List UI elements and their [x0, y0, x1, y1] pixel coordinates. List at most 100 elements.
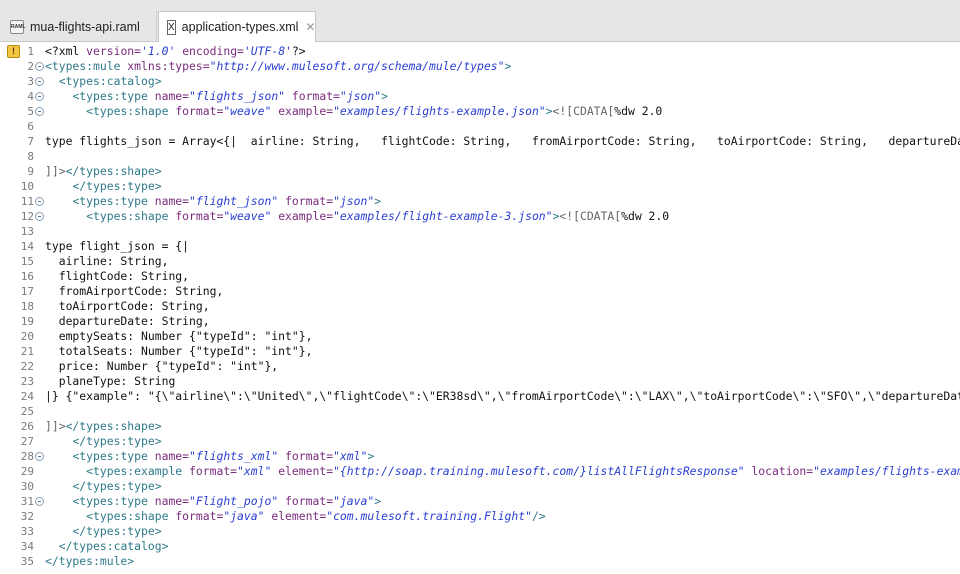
code-editor[interactable]: ! 1 <?xml version='1.0' encoding='UTF-8'?… [0, 42, 960, 574]
code-token: totalSeats: Number {"typeId": "int"}, [45, 344, 313, 358]
fold-toggle-icon[interactable] [35, 107, 44, 116]
code-line[interactable]: 13 [0, 224, 960, 239]
code-token: toAirportCode: String, [45, 299, 210, 313]
code-line[interactable]: 9]]></types:shape> [0, 164, 960, 179]
code-token: > [374, 494, 382, 508]
code-token: </types:shape> [65, 419, 162, 433]
fold-toggle-icon[interactable] [35, 497, 44, 506]
code-line[interactable]: 17 fromAirportCode: String, [0, 284, 960, 299]
code-line[interactable]: 10 </types:type> [0, 179, 960, 194]
code-token: name= [154, 89, 190, 103]
line-number: 17 [20, 285, 34, 298]
code-line[interactable]: 11 <types:type name="flight_json" format… [0, 194, 960, 209]
fold-toggle-icon[interactable] [35, 212, 44, 221]
code-line[interactable]: 25 [0, 404, 960, 419]
code-token: "flights_json" [189, 89, 286, 103]
code-line[interactable]: 30 </types:type> [0, 479, 960, 494]
code-line[interactable]: 28 <types:type name="flights_xml" format… [0, 449, 960, 464]
code-line[interactable]: 33 </types:type> [0, 524, 960, 539]
code-token: format= [189, 464, 238, 478]
code-line[interactable]: 1 <?xml version='1.0' encoding='UTF-8'?> [0, 44, 960, 59]
code-token: > [504, 59, 512, 73]
code-line[interactable]: 14 type flight_json = {| [0, 239, 960, 254]
line-number: 22 [20, 360, 34, 373]
line-number: 28 [20, 450, 34, 463]
code-line[interactable]: 16 flightCode: String, [0, 269, 960, 284]
code-line[interactable]: 12 <types:shape format="weave" example="… [0, 209, 960, 224]
line-number: 1 [27, 45, 34, 58]
code-line[interactable]: 22 price: Number {"typeId": "int"}, [0, 359, 960, 374]
code-token: element= [278, 464, 334, 478]
code-line[interactable]: 23 planeType: String [0, 374, 960, 389]
code-text: totalSeats: Number {"typeId": "int"}, [45, 344, 313, 359]
code-token: <types:type [72, 89, 155, 103]
code-token: fromAirportCode: String, [45, 284, 224, 298]
code-text: <types:shape format="java" element="com.… [45, 509, 546, 524]
code-token: </types:mule> [45, 554, 135, 568]
code-token: 'UTF-8' [243, 44, 292, 58]
code-line[interactable]: 7 type flights_json = Array<{| airline: S… [0, 134, 960, 149]
code-line[interactable]: 8 [0, 149, 960, 164]
code-text: toAirportCode: String, [45, 299, 210, 314]
code-line[interactable]: 32 <types:shape format="java" element="c… [0, 509, 960, 524]
code-line[interactable]: 29 <types:example format="xml" element="… [0, 464, 960, 479]
code-line[interactable]: 3 <types:catalog> [0, 74, 960, 89]
code-line[interactable]: 21 totalSeats: Number {"typeId": "int"}, [0, 344, 960, 359]
code-token: <types:type [72, 449, 155, 463]
code-line[interactable]: 20 emptySeats: Number {"typeId": "int"}, [0, 329, 960, 344]
fold-toggle-icon[interactable] [35, 77, 44, 86]
code-line[interactable]: 26]]></types:shape> [0, 419, 960, 434]
code-line[interactable]: 4 <types:type name="flights_json" format… [0, 89, 960, 104]
line-number: 7 [27, 135, 34, 148]
code-token: planeType: String [45, 374, 176, 388]
code-token: <types:shape [86, 209, 176, 223]
code-token: "examples/flight-example-3.json" [333, 209, 553, 223]
tab-mua-flights-api-raml[interactable]: RAML mua-flights-api.raml [0, 11, 157, 42]
code-line[interactable]: 27 </types:type> [0, 434, 960, 449]
code-line[interactable]: 24 |} {"example": "{\"airline\":\"United\… [0, 389, 960, 404]
tab-application-types-xml[interactable]: X application-types.xml ✕ [158, 11, 316, 43]
code-line[interactable]: 19 departureDate: String, [0, 314, 960, 329]
line-number: 16 [20, 270, 34, 283]
fold-toggle-icon[interactable] [35, 62, 44, 71]
fold-toggle-icon[interactable] [35, 92, 44, 101]
code-line[interactable]: 15 airline: String, [0, 254, 960, 269]
fold-toggle-icon[interactable] [35, 452, 44, 461]
code-token: version= [86, 44, 142, 58]
code-line[interactable]: 2 <types:mule xmlns:types="http://www.mul… [0, 59, 960, 74]
code-token: /> [531, 509, 546, 523]
code-line[interactable]: 35 </types:mule> [0, 554, 960, 569]
editor-tab-bar: RAML mua-flights-api.raml X application-… [0, 0, 960, 43]
code-token: "com.mulesoft.training.Flight" [326, 509, 532, 523]
code-text: fromAirportCode: String, [45, 284, 224, 299]
code-token: xmlns:types= [127, 59, 210, 73]
code-line[interactable]: 31 <types:type name="Flight_pojo" format… [0, 494, 960, 509]
code-text: ]]></types:shape> [45, 164, 162, 179]
line-number: 25 [20, 405, 34, 418]
code-line[interactable]: 6 [0, 119, 960, 134]
code-token: "java" [333, 494, 375, 508]
code-token: airline: String, [45, 254, 169, 268]
code-text: </types:type> [45, 434, 161, 449]
close-tab-icon[interactable]: ✕ [305, 20, 315, 34]
code-token: "xml" [237, 464, 272, 478]
code-line[interactable]: 18 toAirportCode: String, [0, 299, 960, 314]
code-token: "flights_xml" [189, 449, 279, 463]
code-token: ]]> [45, 419, 66, 433]
code-token: name= [154, 449, 190, 463]
code-line[interactable]: 34 </types:catalog> [0, 539, 960, 554]
code-token: element= [271, 509, 327, 523]
code-token: "xml" [333, 449, 368, 463]
code-text: price: Number {"typeId": "int"}, [45, 359, 278, 374]
line-number: 31 [20, 495, 34, 508]
code-token: |} {"example": "{\"airline\":\"United\",… [45, 389, 960, 403]
fold-toggle-icon[interactable] [35, 197, 44, 206]
code-line[interactable]: 5 <types:shape format="weave" example="e… [0, 104, 960, 119]
line-number: 21 [20, 345, 34, 358]
